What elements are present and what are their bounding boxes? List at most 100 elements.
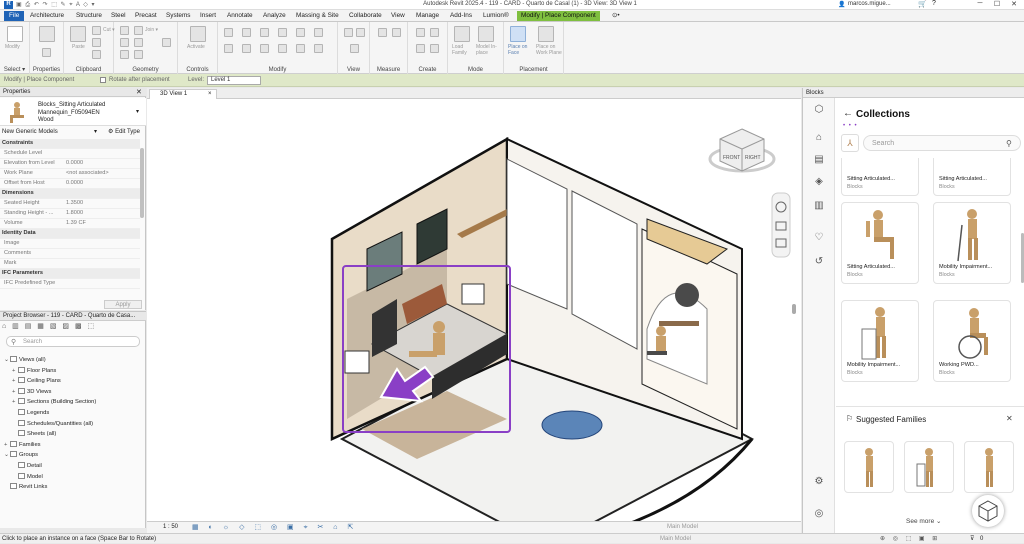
- split-icon[interactable]: [296, 28, 305, 37]
- properties-section[interactable]: IFC Parameters: [0, 269, 140, 279]
- property-value[interactable]: 0.0000: [66, 159, 83, 169]
- properties-section[interactable]: Dimensions: [0, 189, 140, 199]
- tab-file[interactable]: File: [4, 11, 25, 21]
- block-card[interactable]: Working PWD... Blocks: [933, 300, 1011, 382]
- browser-tree-item[interactable]: + Floor Plans: [12, 366, 56, 374]
- panel-select-label[interactable]: Select ▾: [0, 66, 29, 73]
- tab-insert[interactable]: Insert: [200, 11, 216, 21]
- create-group-icon[interactable]: [416, 44, 425, 53]
- align-icon[interactable]: [224, 28, 233, 37]
- create-parts-icon[interactable]: [430, 28, 439, 37]
- move-icon[interactable]: [224, 44, 233, 53]
- scale-icon[interactable]: [314, 28, 323, 37]
- suggested-family-card[interactable]: [964, 441, 1014, 493]
- apply-button[interactable]: Apply: [104, 300, 142, 309]
- building-icon[interactable]: ▥: [813, 200, 825, 212]
- block-card[interactable]: Sitting Articulated... Blocks: [933, 158, 1011, 196]
- tab-annotate[interactable]: Annotate: [227, 11, 253, 21]
- tab-structure[interactable]: Structure: [76, 11, 102, 21]
- measure-icon[interactable]: [378, 28, 387, 37]
- quick-access-toolbar[interactable]: ▣ ⎙ ↶ ↷ ⬚ ✎ ⌖ A ◇ ▾: [16, 1, 96, 9]
- type-selector[interactable]: Blocks_Sitting Articulated Mannequin_F05…: [0, 98, 146, 126]
- tab-manage[interactable]: Manage: [416, 11, 439, 21]
- tab-extra[interactable]: ⊙•: [612, 11, 620, 21]
- override-icon[interactable]: [356, 28, 365, 37]
- properties-icon[interactable]: [39, 26, 55, 42]
- tab-massing-site[interactable]: Massing & Site: [296, 11, 339, 21]
- close-properties-icon[interactable]: ✕: [136, 88, 142, 96]
- maximize-button[interactable]: ☐: [989, 0, 1005, 10]
- cube-fab-button[interactable]: [972, 495, 1004, 527]
- properties-section[interactable]: Identity Data: [0, 229, 140, 239]
- tab-steel[interactable]: Steel: [111, 11, 126, 21]
- property-value[interactable]: 0.0000: [66, 179, 83, 189]
- activate-controls-icon[interactable]: [190, 26, 206, 42]
- close-suggested-button[interactable]: ✕: [1006, 414, 1013, 423]
- property-value[interactable]: 1.39 CF: [66, 219, 86, 229]
- browser-tree-item[interactable]: ⌄ Groups: [4, 451, 38, 458]
- property-value[interactable]: 1.3500: [66, 199, 83, 209]
- place-on-face-icon[interactable]: [510, 26, 526, 42]
- see-more-link[interactable]: See more ⌄: [906, 517, 941, 525]
- tab-systems[interactable]: Systems: [166, 11, 191, 21]
- properties-scrollbar[interactable]: [140, 148, 144, 218]
- load-family-icon[interactable]: [454, 26, 470, 42]
- pin-icon[interactable]: [314, 44, 323, 53]
- block-card[interactable]: Mobility Impairment... Blocks: [933, 202, 1011, 284]
- minimize-button[interactable]: ─: [972, 0, 988, 10]
- type-properties-icon[interactable]: [42, 48, 51, 57]
- browser-search-input[interactable]: Search: [23, 339, 42, 345]
- offset-icon[interactable]: [242, 28, 251, 37]
- blocks-search[interactable]: Search ⚲: [863, 135, 1021, 151]
- demolish-icon[interactable]: [162, 38, 171, 47]
- tab-precast[interactable]: Precast: [135, 11, 157, 21]
- settings-icon[interactable]: ⚙: [813, 476, 825, 488]
- mirror-draw-icon[interactable]: [278, 28, 287, 37]
- edit-type-button[interactable]: ⚙ Edit Type: [108, 128, 140, 137]
- match-properties-icon[interactable]: [92, 50, 101, 59]
- paste-icon[interactable]: [70, 26, 86, 42]
- property-value[interactable]: 1.8000: [66, 209, 83, 219]
- heart-icon[interactable]: ♡: [813, 232, 825, 244]
- tab-collaborate[interactable]: Collaborate: [349, 11, 382, 21]
- browser-tree-item[interactable]: + Families: [4, 440, 41, 448]
- library-icon[interactable]: ▤: [813, 154, 825, 166]
- help-icon[interactable]: ?: [932, 0, 936, 7]
- modify-cursor-icon[interactable]: [7, 26, 23, 42]
- profile-icon[interactable]: ◎: [813, 508, 825, 520]
- suggested-family-card[interactable]: [904, 441, 954, 493]
- create-assembly-icon[interactable]: [416, 28, 425, 37]
- tab-view[interactable]: View: [391, 11, 405, 21]
- tab-architecture[interactable]: Architecture: [30, 11, 64, 21]
- block-card[interactable]: Sitting Articulated... Blocks: [841, 202, 919, 284]
- property-value[interactable]: <not associated>: [66, 169, 109, 179]
- mirror-axis-icon[interactable]: [260, 28, 269, 37]
- back-arrow-icon[interactable]: ←: [843, 108, 853, 119]
- view-tab-3d[interactable]: 3D View 1 ×: [149, 89, 217, 99]
- cart-icon[interactable]: 🛒: [918, 0, 927, 8]
- hide-icon[interactable]: [344, 28, 353, 37]
- browser-tree-item[interactable]: Schedules/Quantities (all): [12, 419, 93, 427]
- browser-tree-item[interactable]: Legends: [12, 409, 49, 416]
- copy-element-icon[interactable]: [242, 44, 251, 53]
- browser-toolbar[interactable]: ⌂ ▥ ▤ ▦ ▧ ▨ ▩ ⬚: [2, 322, 142, 332]
- tab-analyze[interactable]: Analyze: [263, 11, 286, 21]
- revit-logo-icon[interactable]: R: [4, 1, 13, 9]
- trim-icon[interactable]: [278, 44, 287, 53]
- cope-icon[interactable]: [120, 26, 129, 35]
- tab-modify-place-component[interactable]: Modify | Place Component: [517, 11, 600, 21]
- browser-tree-item[interactable]: Model: [12, 472, 43, 480]
- tab-add-ins[interactable]: Add-Ins: [450, 11, 472, 21]
- browser-tree-item[interactable]: +3D Views: [12, 387, 51, 395]
- paint-icon[interactable]: [134, 50, 143, 59]
- level-select[interactable]: Level 1: [207, 76, 261, 85]
- suggested-family-card[interactable]: [844, 441, 894, 493]
- browser-tree-item[interactable]: + Ceiling Plans: [12, 377, 61, 384]
- cut-geometry-icon[interactable]: [120, 38, 129, 47]
- browser-tree-item[interactable]: Detail: [12, 462, 42, 469]
- drawing-canvas[interactable]: FRONT RIGHT: [147, 99, 801, 544]
- close-window-button[interactable]: ✕: [1006, 0, 1022, 10]
- join-geometry-icon[interactable]: [134, 26, 143, 35]
- split-face-icon[interactable]: [120, 50, 129, 59]
- block-card[interactable]: Mobility Impairment... Blocks: [841, 300, 919, 382]
